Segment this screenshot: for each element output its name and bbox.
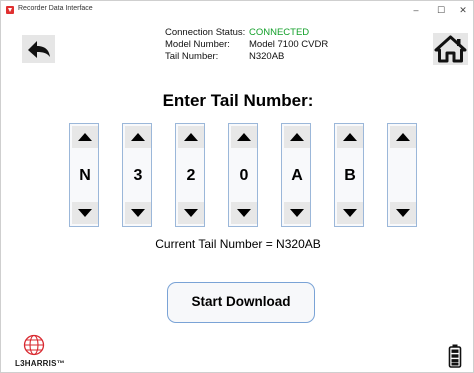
app-window: Recorder Data Interface – ☐ ✕ Connection…	[0, 0, 474, 373]
minimize-button[interactable]: –	[403, 1, 429, 19]
l3harris-logo: L3HARRIS™	[15, 334, 65, 370]
arrow-down-icon	[396, 209, 410, 217]
arrow-up-icon	[184, 133, 198, 141]
digit-6-up-button[interactable]	[337, 126, 363, 148]
arrow-up-icon	[396, 133, 410, 141]
tail-digit-2: 3	[122, 123, 152, 227]
digit-3-down-button[interactable]	[178, 202, 204, 224]
digit-4-value[interactable]: 0	[231, 162, 257, 190]
tail-digit-5: A	[281, 123, 311, 227]
tail-digit-1: N	[69, 123, 99, 227]
digit-1-up-button[interactable]	[72, 126, 98, 148]
digit-7-down-button[interactable]	[390, 202, 416, 224]
window-title: Recorder Data Interface	[18, 5, 93, 12]
tail-digit-3: 2	[175, 123, 205, 227]
digit-3-up-button[interactable]	[178, 126, 204, 148]
digit-4-down-button[interactable]	[231, 202, 257, 224]
digit-6-value[interactable]: B	[337, 162, 363, 190]
arrow-down-icon	[343, 209, 357, 217]
home-icon	[434, 35, 467, 63]
model-number-value: Model 7100 CVDR	[249, 39, 329, 50]
battery-icon	[448, 344, 462, 368]
digit-1-value[interactable]: N	[72, 162, 98, 190]
arrow-up-icon	[78, 133, 92, 141]
digit-7-up-button[interactable]	[390, 126, 416, 148]
arrow-down-icon	[237, 209, 251, 217]
back-button[interactable]	[22, 35, 55, 63]
digit-5-value[interactable]: A	[284, 162, 310, 190]
tail-digit-7	[387, 123, 417, 227]
digit-6-down-button[interactable]	[337, 202, 363, 224]
connection-status-value: CONNECTED	[249, 27, 310, 38]
digit-2-down-button[interactable]	[125, 202, 151, 224]
battery-status	[448, 344, 462, 368]
arrow-up-icon	[290, 133, 304, 141]
digit-1-down-button[interactable]	[72, 202, 98, 224]
tail-number-value: N320AB	[249, 51, 285, 62]
arrow-up-icon	[131, 133, 145, 141]
start-download-button[interactable]: Start Download	[167, 282, 315, 323]
connection-info: Connection Status: CONNECTED Model Numbe…	[165, 27, 328, 63]
tail-number-label: Tail Number:	[165, 51, 219, 62]
tail-digit-4: 0	[228, 123, 258, 227]
digit-7-value[interactable]	[390, 162, 416, 190]
app-icon	[6, 6, 14, 14]
tail-digit-6: B	[334, 123, 364, 227]
logo-text: L3HARRIS™	[15, 359, 65, 368]
arrow-down-icon	[184, 209, 198, 217]
digit-2-value[interactable]: 3	[125, 162, 151, 190]
digit-4-up-button[interactable]	[231, 126, 257, 148]
digit-2-up-button[interactable]	[125, 126, 151, 148]
page-title: Enter Tail Number:	[162, 91, 314, 110]
back-arrow-icon	[28, 41, 50, 58]
arrow-down-icon	[290, 209, 304, 217]
model-number-label: Model Number:	[165, 39, 230, 50]
title-bar: Recorder Data Interface – ☐ ✕	[1, 1, 473, 19]
arrow-up-icon	[343, 133, 357, 141]
arrow-up-icon	[237, 133, 251, 141]
close-button[interactable]: ✕	[450, 1, 474, 19]
home-button[interactable]	[433, 33, 468, 65]
arrow-down-icon	[131, 209, 145, 217]
l3harris-logo-icon	[23, 334, 45, 356]
connection-status-label: Connection Status:	[165, 27, 246, 38]
digit-5-up-button[interactable]	[284, 126, 310, 148]
digit-5-down-button[interactable]	[284, 202, 310, 224]
digit-3-value[interactable]: 2	[178, 162, 204, 190]
arrow-down-icon	[78, 209, 92, 217]
current-tail-number: Current Tail Number = N320AB	[155, 237, 321, 251]
